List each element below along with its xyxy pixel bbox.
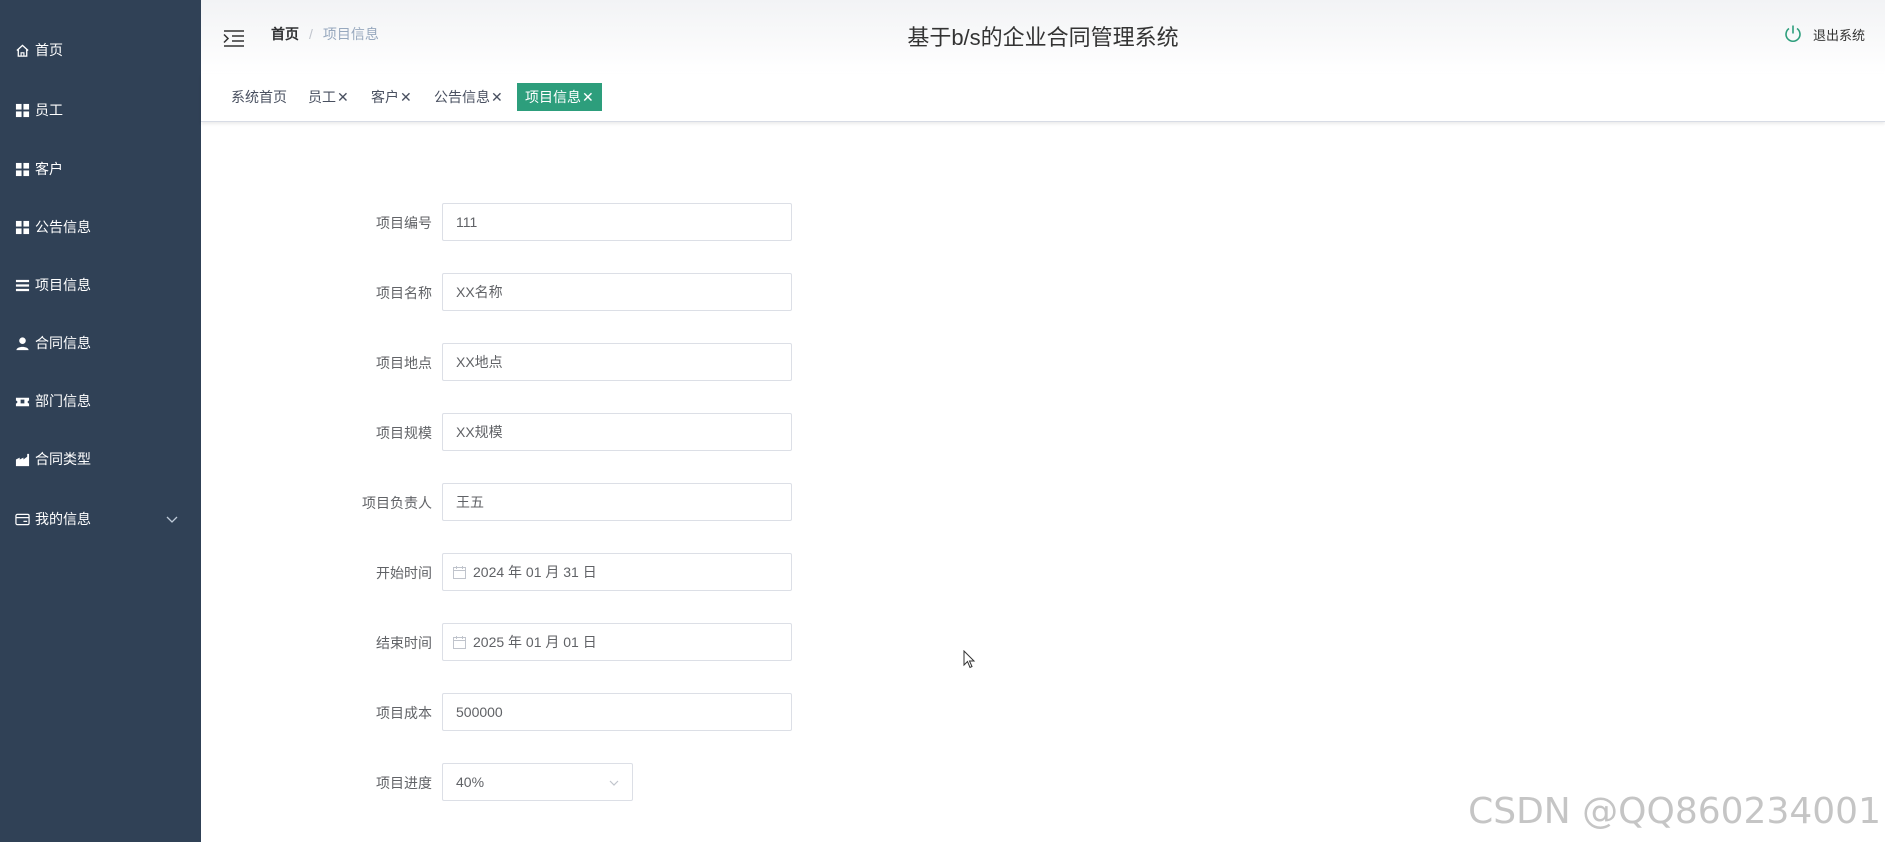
calendar-icon <box>453 635 466 649</box>
chevron-down-icon <box>609 780 619 786</box>
project-location-input[interactable]: XX地点 <box>442 343 792 381</box>
tag-label: 系统首页 <box>231 89 287 105</box>
tag-employee[interactable]: 员工✕ <box>308 83 349 111</box>
sidebar-item-announcement[interactable]: 公告信息 <box>0 207 201 247</box>
label-project-manager: 项目负责人 <box>362 495 432 511</box>
project-no-input[interactable]: 111 <box>442 203 792 241</box>
chevron-down-icon[interactable] <box>165 512 179 526</box>
list-icon <box>14 277 30 293</box>
sidebar-item-label: 合同类型 <box>35 451 91 467</box>
home-icon <box>14 42 30 58</box>
label-start-time: 开始时间 <box>376 565 432 581</box>
system-title: 基于b/s的企业合同管理系统 <box>907 25 1179 50</box>
sidebar: 首页 员工 客户 公告信息 项目信息 合同信息 部门信息 合同类型 我的信息 <box>0 0 201 842</box>
close-icon[interactable]: ✕ <box>582 89 594 105</box>
tag-project[interactable]: 项目信息✕ <box>517 83 602 111</box>
project-cost-input[interactable]: 500000 <box>442 693 792 731</box>
end-time-picker[interactable]: 2025 年 01 月 01 日 <box>442 623 792 661</box>
sidebar-item-department[interactable]: 部门信息 <box>0 381 201 421</box>
sidebar-item-customer[interactable]: 客户 <box>0 149 201 189</box>
start-time-picker[interactable]: 2024 年 01 月 31 日 <box>442 553 792 591</box>
logout-label: 退出系统 <box>1812 27 1865 43</box>
sidebar-item-label: 客户 <box>35 161 63 177</box>
sidebar-item-label: 项目信息 <box>35 277 91 293</box>
close-icon[interactable]: ✕ <box>337 89 349 105</box>
calendar-icon <box>453 565 466 579</box>
project-name-input[interactable]: XX名称 <box>442 273 792 311</box>
card-icon <box>14 511 30 527</box>
tag-customer[interactable]: 客户✕ <box>371 83 412 111</box>
mouse-cursor-icon <box>963 650 976 669</box>
label-end-time: 结束时间 <box>376 635 432 651</box>
label-project-location: 项目地点 <box>376 355 432 371</box>
watermark: CSDN @QQ860234001 <box>1468 791 1881 832</box>
sidebar-item-my-info[interactable]: 我的信息 <box>0 499 201 539</box>
sidebar-item-employee[interactable]: 员工 <box>0 90 201 130</box>
sidebar-item-label: 我的信息 <box>35 511 91 527</box>
sidebar-item-project[interactable]: 项目信息 <box>0 265 201 305</box>
tag-announcement[interactable]: 公告信息✕ <box>434 83 503 111</box>
grid-icon <box>14 102 30 118</box>
sidebar-item-label: 公告信息 <box>35 219 91 235</box>
ticket-icon <box>14 393 30 409</box>
tag-label: 客户 <box>371 89 399 105</box>
tag-label: 项目信息 <box>525 89 581 105</box>
logout-button[interactable]: 退出系统 <box>1783 24 1865 44</box>
tag-system-home[interactable]: 系统首页 <box>231 83 287 111</box>
sidebar-item-contract[interactable]: 合同信息 <box>0 323 201 363</box>
tag-label: 公告信息 <box>434 89 490 105</box>
factory-icon <box>14 451 30 467</box>
sidebar-item-label: 合同信息 <box>35 335 91 351</box>
sidebar-item-home[interactable]: 首页 <box>0 30 201 70</box>
project-progress-select[interactable]: 40% <box>442 763 633 801</box>
close-icon[interactable]: ✕ <box>491 89 503 105</box>
grid-icon <box>14 161 30 177</box>
top-header: 首页 / 项目信息 基于b/s的企业合同管理系统 退出系统 <box>201 0 1885 74</box>
power-icon <box>1785 25 1801 42</box>
project-scale-input[interactable]: XX规模 <box>442 413 792 451</box>
user-icon <box>14 335 30 351</box>
label-project-progress: 项目进度 <box>376 775 432 791</box>
project-manager-input[interactable]: 王五 <box>442 483 792 521</box>
sidebar-item-label: 部门信息 <box>35 393 91 409</box>
sidebar-item-label: 员工 <box>35 102 63 118</box>
sidebar-item-contract-type[interactable]: 合同类型 <box>0 439 201 479</box>
tag-label: 员工 <box>308 89 336 105</box>
sidebar-item-label: 首页 <box>35 42 63 58</box>
tags-view: 系统首页 员工✕ 客户✕ 公告信息✕ 项目信息✕ <box>201 74 1885 122</box>
label-project-scale: 项目规模 <box>376 425 432 441</box>
grid-icon <box>14 219 30 235</box>
label-project-name: 项目名称 <box>376 285 432 301</box>
close-icon[interactable]: ✕ <box>400 89 412 105</box>
label-project-no: 项目编号 <box>376 215 432 231</box>
label-project-cost: 项目成本 <box>376 705 432 721</box>
